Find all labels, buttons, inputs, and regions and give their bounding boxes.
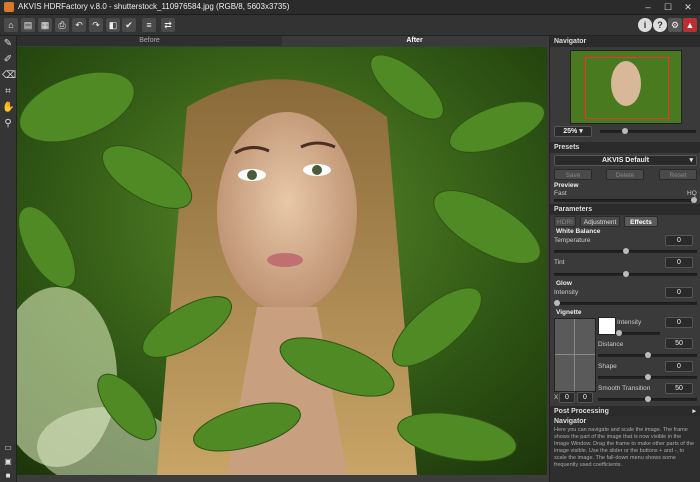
presets-header[interactable]: Presets: [550, 142, 700, 153]
help-text: Here you can navigate and scale the imag…: [554, 427, 695, 468]
photo-canvas: [17, 47, 547, 475]
preview-fast-label: Fast: [554, 190, 567, 197]
temperature-field[interactable]: 0: [665, 235, 693, 246]
print-icon[interactable]: ⎙: [55, 18, 69, 32]
info-icon[interactable]: i: [638, 18, 652, 32]
compare-icon[interactable]: ◧: [106, 18, 120, 32]
tab-hdri[interactable]: HDRI: [554, 216, 576, 227]
temperature-slider[interactable]: [554, 248, 697, 254]
glow-intensity-slider[interactable]: [554, 300, 697, 306]
toolbar: ⌂ ▤ ▦ ⎙ ↶ ↷ ◧ ✔ ≡ ⇄ i ? ⚙ ▲: [0, 15, 700, 36]
zoom-select[interactable]: 25% ▾: [554, 126, 592, 137]
save-file-icon[interactable]: ▦: [38, 18, 52, 32]
distance-slider[interactable]: [598, 352, 697, 358]
view-tabs: Before After: [17, 36, 547, 46]
settings-panel: Navigator 25% ▾ Presets AKVIS Default ▾ S…: [549, 36, 700, 482]
tab-before[interactable]: Before: [17, 36, 282, 46]
zoom-slider[interactable]: [600, 128, 696, 134]
distance-label: Distance: [598, 341, 624, 348]
help-panel: Navigator Here you can navigate and scal…: [550, 416, 700, 482]
glow-label: Glow: [556, 280, 572, 287]
smooth-transition-slider[interactable]: [598, 396, 697, 402]
preview-slider[interactable]: [554, 197, 697, 203]
shape-label: Shape: [598, 363, 617, 370]
undo-icon[interactable]: ↶: [72, 18, 86, 32]
background-color-icon[interactable]: ■: [2, 470, 14, 482]
image-window[interactable]: [17, 47, 547, 475]
help-title: Navigator: [554, 418, 587, 425]
dropper-tool-icon[interactable]: ✎: [2, 38, 14, 50]
vignette-intensity-slider[interactable]: [616, 330, 660, 336]
parameters-header[interactable]: Parameters: [550, 204, 700, 215]
tab-adjustment[interactable]: Adjustment: [580, 216, 620, 227]
glow-intensity-label: Intensity: [554, 289, 579, 296]
distance-field[interactable]: 50: [665, 338, 693, 349]
vignette-x-field[interactable]: 0: [559, 392, 575, 403]
split-view-icon[interactable]: ▣: [2, 456, 14, 468]
white-balance-label: White Balance: [556, 228, 601, 235]
home-icon[interactable]: ⌂: [4, 18, 18, 32]
shape-slider[interactable]: [598, 374, 697, 380]
navigator-preview[interactable]: [570, 50, 682, 124]
vignette-y-field[interactable]: 0: [577, 392, 593, 403]
open-file-icon[interactable]: ▤: [21, 18, 35, 32]
akvis-logo-icon[interactable]: ▲: [683, 18, 697, 32]
hand-tool-icon[interactable]: ✋: [2, 102, 14, 114]
tint-slider[interactable]: [554, 271, 697, 277]
settings-icon[interactable]: ⚙: [668, 18, 682, 32]
run-icon[interactable]: ✔: [122, 18, 136, 32]
preview-label: Preview: [554, 182, 579, 189]
preview-hq-label: HQ: [687, 190, 697, 197]
shape-field[interactable]: 0: [665, 361, 693, 372]
tab-after[interactable]: After: [282, 36, 547, 46]
tab-effects[interactable]: Effects: [624, 216, 658, 227]
glow-intensity-field[interactable]: 0: [665, 287, 693, 298]
view-mode-icon[interactable]: ▭: [2, 442, 14, 454]
vignette-center-picker[interactable]: [554, 318, 596, 392]
crop-tool-icon[interactable]: ⌗: [2, 86, 14, 98]
eraser-tool-icon[interactable]: ⌫: [2, 70, 16, 82]
preview-slider-knob[interactable]: [691, 197, 697, 203]
delete-preset-button[interactable]: Delete: [606, 169, 644, 180]
brush-tool-icon[interactable]: ✐: [2, 54, 14, 66]
redo-icon[interactable]: ↷: [89, 18, 103, 32]
vignette-intensity-label: Intensity: [617, 319, 642, 326]
close-button[interactable]: ✕: [680, 1, 696, 13]
navigator-header[interactable]: Navigator: [550, 36, 700, 47]
vignette-x-label: X: [554, 394, 559, 401]
temperature-label: Temperature: [554, 237, 591, 244]
tint-label: Tint: [554, 259, 565, 266]
title-bar: AKVIS HDRFactory v.8.0 - shutterstock_11…: [0, 0, 700, 15]
help-icon[interactable]: ?: [653, 18, 667, 32]
smooth-transition-field[interactable]: 50: [665, 383, 693, 394]
tool-palette: ✎ ✐ ⌫ ⌗ ✋ ⚲ ▭ ▣ ■: [0, 36, 17, 482]
save-preset-button[interactable]: Save: [554, 169, 592, 180]
window-title: AKVIS HDRFactory v.8.0 - shutterstock_11…: [18, 2, 290, 11]
vignette-label: Vignette: [556, 309, 582, 316]
app-logo-icon: [4, 2, 14, 12]
maximize-button[interactable]: ☐: [660, 1, 676, 13]
vignette-color-swatch[interactable]: [598, 317, 616, 335]
smooth-transition-label: Smooth Transition: [598, 385, 651, 392]
minimize-button[interactable]: –: [640, 1, 656, 13]
vignette-intensity-field[interactable]: 0: [665, 317, 693, 328]
tint-field[interactable]: 0: [665, 257, 693, 268]
preset-select[interactable]: AKVIS Default ▾: [554, 155, 697, 166]
reset-preset-button[interactable]: Reset: [659, 169, 697, 180]
batch-icon[interactable]: ≡: [142, 18, 156, 32]
zoom-tool-icon[interactable]: ⚲: [2, 118, 14, 130]
share-icon[interactable]: ⇄: [161, 18, 175, 32]
